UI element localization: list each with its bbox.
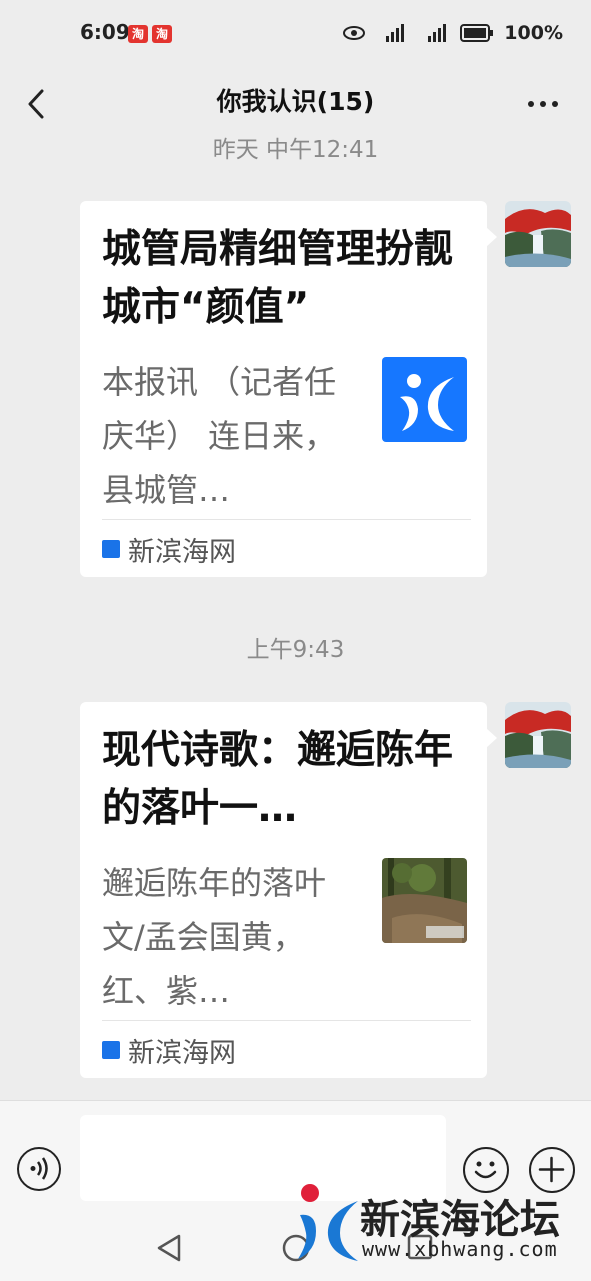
source-logo-icon [102,1041,120,1059]
card-divider [102,519,471,520]
article-thumbnail [382,357,467,442]
battery-level: 100% [504,22,563,44]
more-icon [528,101,558,107]
xbh-forum-logo-icon [298,1184,358,1261]
sender-avatar[interactable] [505,201,571,267]
system-back-icon[interactable] [155,1233,183,1263]
eye-icon [343,26,366,40]
article-source: 新滨海网 [102,531,236,568]
forum-watermark: 新滨海论坛 www.xbhwang.com [290,1175,590,1275]
status-time: 6:09 [80,20,130,44]
taobao-badge-icon: 淘 [152,25,172,43]
taobao-badge-icon: 淘 [128,25,148,43]
signal-icon [386,24,405,42]
more-button[interactable] [523,84,563,124]
article-description: 本报讯 （记者任庆华） 连日来，县城管… [102,363,337,509]
article-title: 现代诗歌：邂逅陈年的落叶一… [102,728,454,831]
forest-photo-icon [382,858,467,943]
source-name: 新滨海网 [128,1037,236,1069]
chat-header: 你我认识(15) [0,70,591,136]
message-timestamp: 上午9:43 [246,637,345,663]
article-thumbnail [382,858,467,943]
landscape-avatar-icon [505,201,571,267]
battery-icon [460,24,494,42]
source-logo-icon [102,540,120,558]
status-bar: 6:09 淘 淘 100% [0,0,591,70]
card-divider [102,1020,471,1021]
message-timestamp: 昨天 中午12:41 [212,137,379,163]
article-title: 城管局精细管理扮靓城市“颜值” [102,227,454,330]
signal-icon [428,24,447,42]
voice-icon [30,1157,48,1180]
sender-avatar[interactable] [505,702,571,768]
voice-button[interactable] [17,1147,61,1191]
article-description: 邂逅陈年的落叶文/孟会国黄，红、紫… [102,864,327,1010]
article-card[interactable]: 城管局精细管理扮靓城市“颜值” 本报讯 （记者任庆华） 连日来，县城管… 新滨海… [80,201,497,577]
source-name: 新滨海网 [128,536,236,568]
status-indicators: 100% [342,22,563,44]
xbh-logo-icon [382,357,467,442]
chat-title: 你我认识(15) [216,87,375,116]
landscape-avatar-icon [505,702,571,768]
article-card[interactable]: 现代诗歌：邂逅陈年的落叶一… 邂逅陈年的落叶文/孟会国黄，红、紫… 新滨海网 [80,702,497,1078]
article-source: 新滨海网 [102,1032,236,1069]
forum-url: www.xbhwang.com [362,1237,558,1261]
